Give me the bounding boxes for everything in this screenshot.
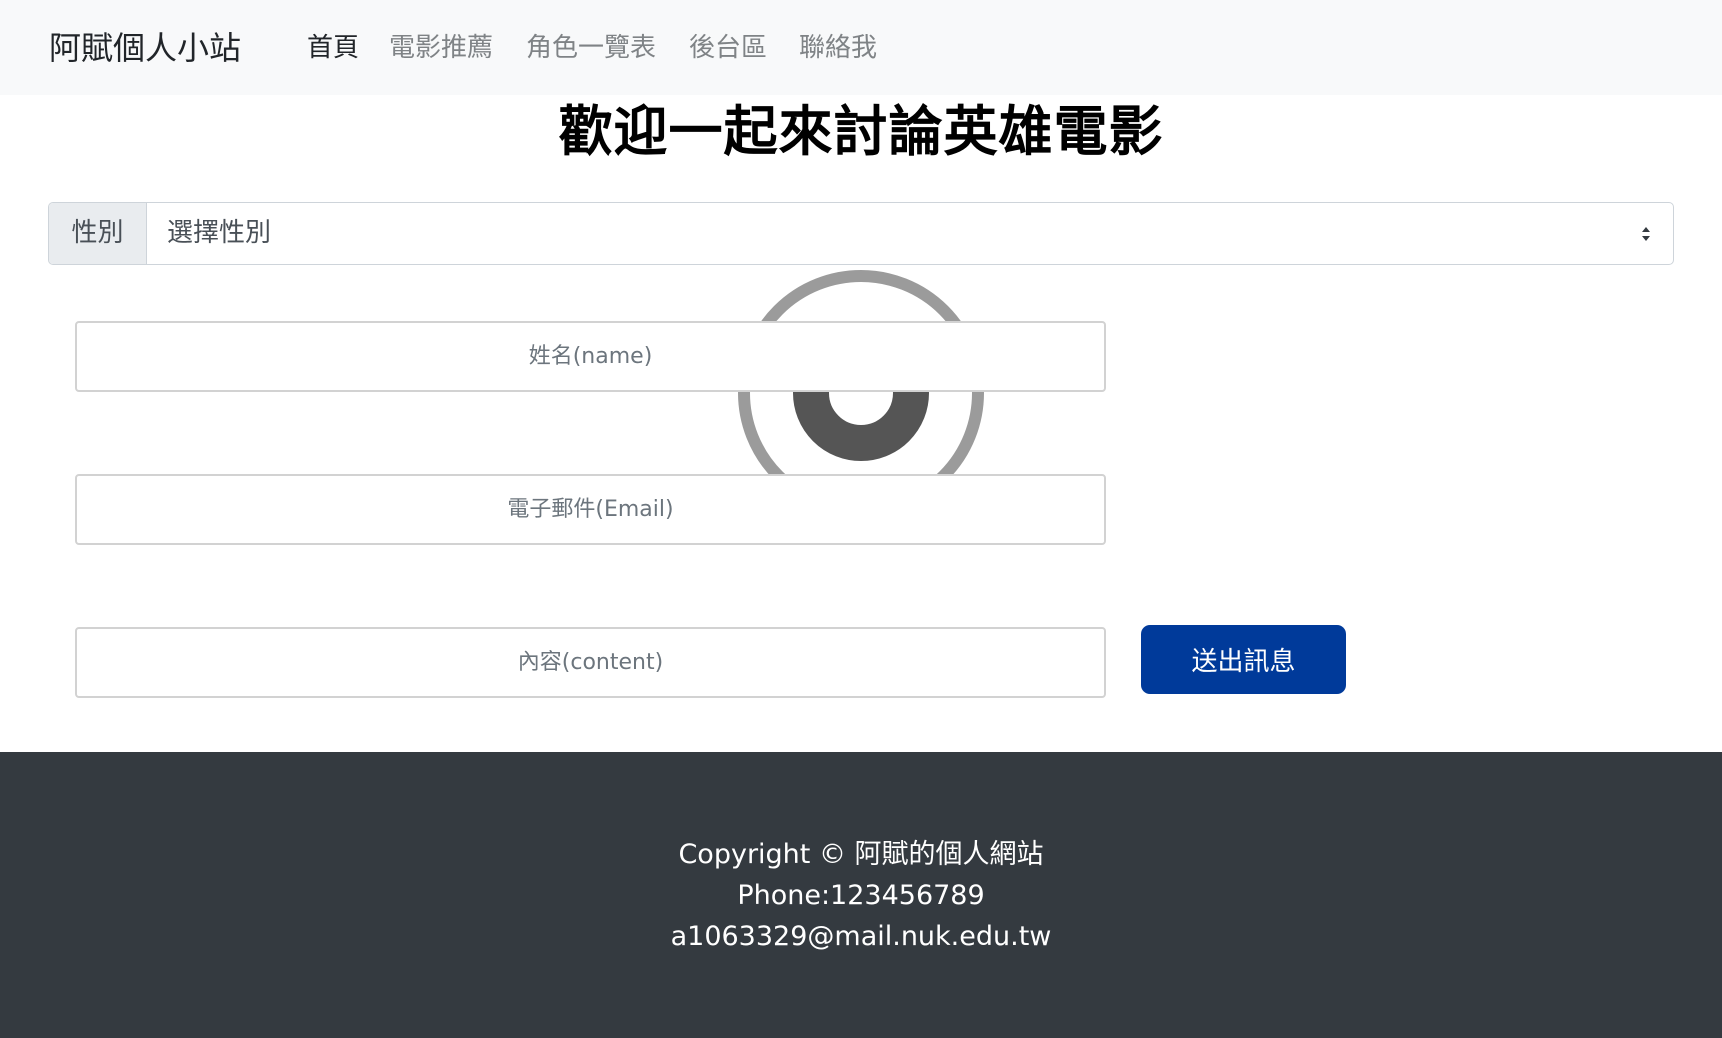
- nav-link-home[interactable]: 首頁: [307, 30, 359, 66]
- footer-phone: Phone:123456789: [737, 880, 985, 911]
- footer-email: a1063329@mail.nuk.edu.tw: [670, 921, 1052, 952]
- send-message-button[interactable]: 送出訊息: [1141, 625, 1346, 694]
- content-input[interactable]: [75, 627, 1106, 698]
- navbar: 阿賦個人小站 首頁 電影推薦 角色一覽表 後台區 聯絡我: [0, 0, 1722, 95]
- gender-select[interactable]: 選擇性別: [146, 203, 1673, 264]
- footer-copyright: Copyright © 阿賦的個人網站: [678, 839, 1044, 870]
- nav-link-contact[interactable]: 聯絡我: [799, 30, 877, 66]
- name-input[interactable]: [75, 321, 1106, 392]
- page-title: 歡迎一起來討論英雄電影: [558, 100, 1164, 163]
- chevron-up-down-icon: [1642, 227, 1650, 241]
- gender-label: 性別: [49, 203, 147, 264]
- gender-select-value: 選擇性別: [167, 218, 272, 248]
- nav-link-movies[interactable]: 電影推薦: [389, 30, 493, 66]
- nav-link-characters[interactable]: 角色一覽表: [526, 30, 656, 66]
- email-input[interactable]: [75, 474, 1106, 545]
- footer: Copyright © 阿賦的個人網站 Phone:123456789 a106…: [0, 752, 1722, 1038]
- gender-select-group: 性別 選擇性別: [48, 202, 1674, 265]
- nav-link-admin[interactable]: 後台區: [689, 30, 767, 66]
- site-brand[interactable]: 阿賦個人小站: [49, 26, 241, 70]
